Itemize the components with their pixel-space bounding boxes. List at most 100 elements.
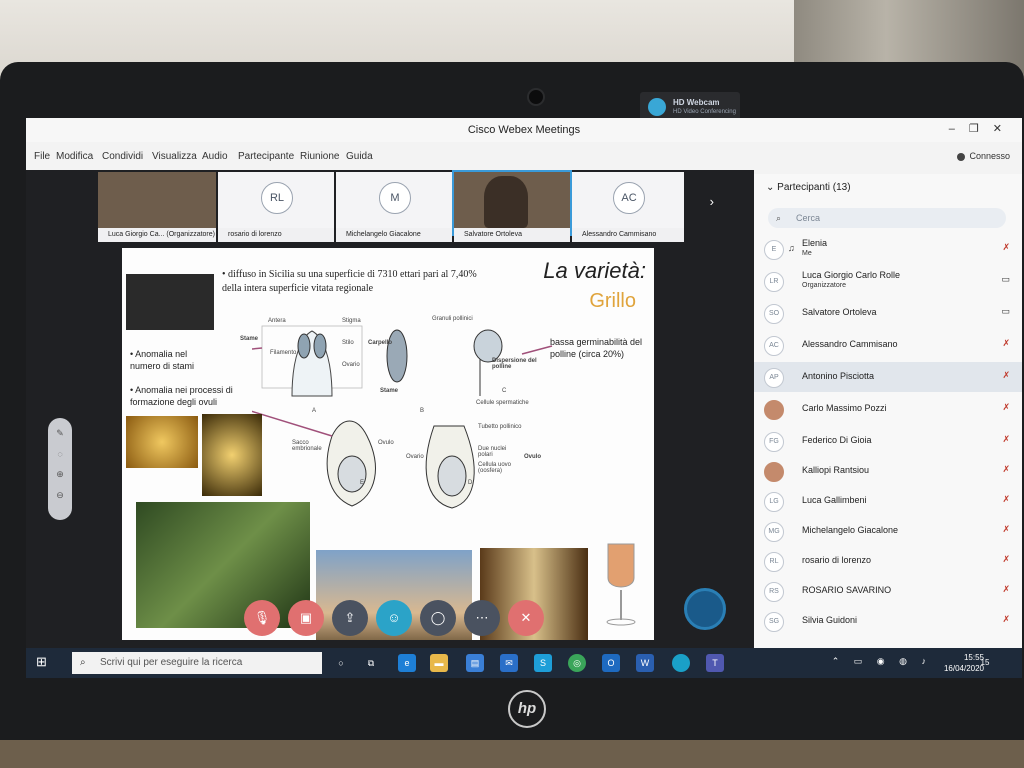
search-icon: ⌕ [80, 657, 86, 668]
chrome-icon[interactable]: ◎ [568, 654, 586, 672]
zoom-toolbar: ✎ ◌ ⊕ ⊖ [48, 418, 72, 520]
menu-condividi[interactable]: Condividi [102, 151, 143, 162]
video-tile[interactable]: M Michelangelo Giacalone [336, 172, 452, 242]
label-filamento: Filamento [270, 350, 297, 356]
system-tray[interactable]: ⌃ ▭ ◉ ◍ ♪ [832, 656, 932, 667]
webex-assistant-icon[interactable] [684, 588, 726, 630]
participant-role: Me [802, 250, 812, 257]
avatar: RL [764, 552, 784, 572]
window-titlebar: Cisco Webex Meetings –❐✕ [26, 118, 1022, 142]
video-tile[interactable]: AC Alessandro Cammisano [572, 172, 684, 242]
menu-visualizza[interactable]: Visualizza [152, 151, 197, 162]
share-icon[interactable]: ⇪ [332, 600, 368, 636]
mic-muted-icon: ✗ [1002, 464, 1010, 474]
video-tile-caption: Alessandro Cammisano [572, 228, 684, 242]
participant-name: Elenia [802, 238, 828, 248]
video-tile[interactable]: Luca Giorgio Ca... (Organizzatore) [98, 172, 216, 242]
participant-name: Luca Gallimbeni [802, 495, 867, 505]
flower-diagram-image [126, 274, 214, 330]
file-explorer-icon[interactable]: ▬ [430, 654, 448, 672]
participant-row[interactable]: RL rosario di lorenzo ✗ [754, 546, 1022, 576]
participant-row[interactable]: LR Luca Giorgio Carlo Rolle Organizzator… [754, 266, 1022, 296]
label-a: A [312, 408, 317, 414]
participant-row[interactable]: Carlo Massimo Pozzi ✗ [754, 394, 1022, 424]
video-icon: ▭ [1001, 274, 1010, 284]
chevron-right-icon[interactable]: › [710, 194, 714, 209]
label-carpello: Carpello [368, 340, 393, 346]
video-tile-caption: Michelangelo Giacalone [336, 228, 452, 242]
webcam-sublabel: HD Video Conferencing [673, 109, 736, 115]
chat-icon[interactable]: ◯ [420, 600, 456, 636]
menu-audio[interactable]: Audio [202, 151, 228, 162]
pointer-icon[interactable]: ◌ [48, 449, 72, 459]
shared-slide: • diffuso in Sicilia su una superficie d… [122, 248, 654, 640]
teams-icon[interactable]: T [706, 654, 724, 672]
participant-name: ROSARIO SAVARINO [802, 585, 892, 595]
mic-muted-icon: ✗ [1002, 242, 1010, 252]
webex-icon[interactable] [672, 654, 690, 672]
edge-icon[interactable]: e [398, 654, 416, 672]
menu-file[interactable]: File [34, 151, 50, 162]
label-stame: Stame [240, 336, 259, 342]
avatar: RL [261, 182, 293, 214]
menu-riunione[interactable]: Riunione [300, 151, 339, 162]
task-view-icon[interactable]: ⧉ [362, 654, 380, 672]
mic-muted-icon: ✗ [1002, 584, 1010, 594]
cortana-icon[interactable]: ○ [332, 654, 350, 672]
video-strip: Luca Giorgio Ca... (Organizzatore) RL ro… [26, 170, 754, 242]
close-button[interactable]: ✕ [993, 123, 1016, 135]
menu-guida[interactable]: Guida [346, 151, 373, 162]
more-icon[interactable]: ⋯ [464, 600, 500, 636]
store-icon[interactable]: ▤ [466, 654, 484, 672]
participants-icon[interactable]: ☺ [376, 600, 412, 636]
slide-bullet-1: • diffuso in Sicilia su una superficie d… [222, 269, 477, 294]
flower-anatomy-diagram [252, 325, 553, 509]
participant-row[interactable]: RS ROSARIO SAVARINO ✗ [754, 576, 1022, 606]
search-placeholder: Cerca [796, 213, 821, 223]
ovule-photo-1 [126, 416, 198, 468]
participant-row[interactable]: SO Salvatore Ortoleva ▭ [754, 298, 1022, 328]
zoom-in-icon[interactable]: ⊕ [48, 469, 72, 480]
participant-name: Kalliopi Rantsiou [802, 465, 870, 475]
slide-bullet-2: • Anomalia nel numero di stami [130, 349, 195, 371]
label-d: D [468, 480, 473, 486]
windows-start-icon[interactable]: ⊞ [36, 654, 52, 670]
participant-name: Antonino Pisciotta [802, 371, 875, 381]
video-tile[interactable]: RL rosario di lorenzo [218, 172, 334, 242]
participant-row[interactable]: MG Michelangelo Giacalone ✗ [754, 516, 1022, 546]
participant-row[interactable]: SG Silvia Guidoni ✗ [754, 606, 1022, 636]
mute-icon[interactable]: 🎙 [244, 600, 280, 636]
menu-partecipante[interactable]: Partecipante [238, 151, 294, 162]
avatar: FG [764, 432, 784, 452]
participant-row[interactable]: E ♫ Elenia Me ✗ [754, 234, 1022, 264]
slide-subtitle: Grillo [589, 290, 636, 312]
participant-row[interactable]: Kalliopi Rantsiou ✗ [754, 456, 1022, 486]
skype-icon[interactable]: S [534, 654, 552, 672]
participants-search[interactable]: ⌕ Cerca [768, 208, 1006, 228]
minimize-button[interactable]: – [949, 123, 969, 135]
avatar: SG [764, 612, 784, 632]
participant-row[interactable]: AP Antonino Pisciotta ✗ [754, 362, 1022, 392]
participant-row[interactable]: AC Alessandro Cammisano ✗ [754, 330, 1022, 360]
notifications-icon[interactable]: 15 [976, 654, 994, 672]
label-stame-b: Stame [380, 388, 399, 394]
menu-modifica[interactable]: Modifica [56, 151, 93, 162]
avatar [764, 462, 784, 482]
mic-muted-icon: ✗ [1002, 614, 1010, 624]
participant-row[interactable]: FG Federico Di Gioia ✗ [754, 426, 1022, 456]
mail-icon[interactable]: ✉ [500, 654, 518, 672]
annotate-icon[interactable]: ✎ [48, 428, 72, 439]
participant-row[interactable]: LG Luca Gallimbeni ✗ [754, 486, 1022, 516]
word-icon[interactable]: W [636, 654, 654, 672]
participant-name: Salvatore Ortoleva [802, 307, 877, 317]
zoom-out-icon[interactable]: ⊖ [48, 490, 72, 501]
video-tile-active[interactable]: Salvatore Ortoleva [452, 170, 572, 242]
end-call-icon[interactable]: ✕ [508, 600, 544, 636]
outlook-icon[interactable]: O [602, 654, 620, 672]
label-granuli: Granuli pollinici [432, 316, 473, 322]
taskbar-search[interactable]: ⌕ Scrivi qui per eseguire la ricerca [72, 652, 322, 674]
screen: Cisco Webex Meetings –❐✕ File Modifica C… [26, 118, 1022, 678]
stop-video-icon[interactable]: ▣ [288, 600, 324, 636]
maximize-button[interactable]: ❐ [969, 123, 993, 135]
avatar: LR [764, 272, 784, 292]
